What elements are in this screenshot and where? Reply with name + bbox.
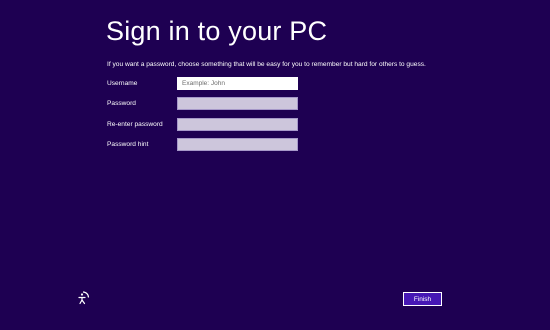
password-field[interactable]	[177, 97, 298, 110]
password-label: Password	[107, 100, 136, 107]
password-hint-label: Password hint	[107, 141, 149, 148]
username-label: Username	[107, 80, 138, 87]
instructions-text: If you want a password, choose something…	[107, 61, 426, 68]
finish-button[interactable]: Finish	[403, 292, 442, 306]
reenter-password-label: Re-enter password	[107, 121, 163, 128]
username-field[interactable]	[177, 77, 298, 90]
ease-of-access-icon[interactable]	[77, 291, 91, 305]
reenter-password-field[interactable]	[177, 118, 298, 131]
page-title: Sign in to your PC	[106, 16, 328, 46]
password-hint-field[interactable]	[177, 138, 298, 151]
